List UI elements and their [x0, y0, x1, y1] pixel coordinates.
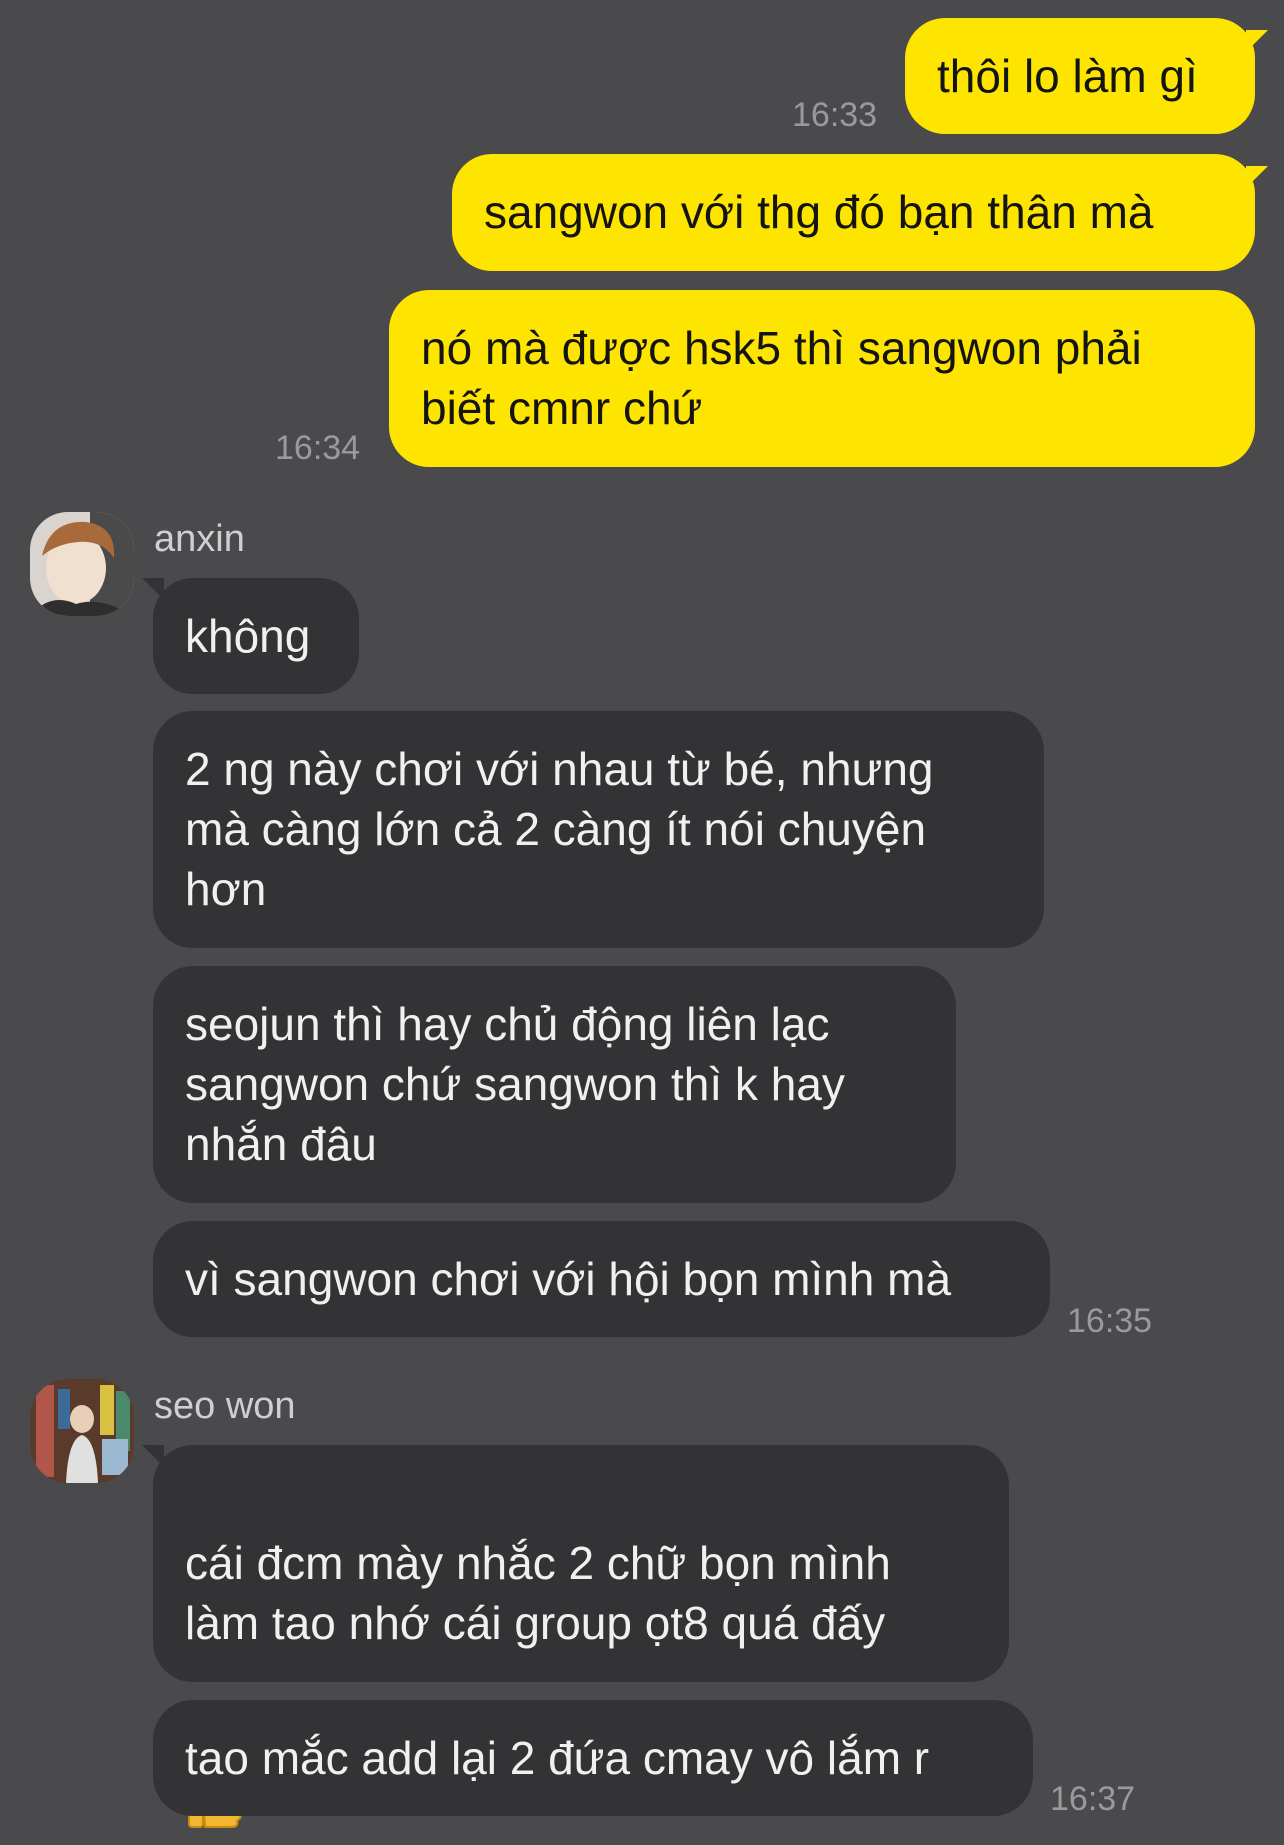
- avatar-photo: [30, 1379, 134, 1483]
- message-time: 16:33: [792, 96, 878, 134]
- avatar-seo-won[interactable]: [30, 1379, 134, 1483]
- message-time: 16:37: [1050, 1780, 1136, 1818]
- incoming-message[interactable]: tao mắc add lại 2 đứa cmay vô lắm r: [153, 1700, 1033, 1816]
- message-time: 16:34: [275, 429, 361, 467]
- bubble-tail: [1246, 30, 1268, 52]
- sender-name: seo won: [154, 1385, 296, 1427]
- message-time: 16:35: [1067, 1302, 1153, 1340]
- chat-thread: 16:33 thôi lo làm gì sangwon với thg đó …: [0, 0, 1284, 1834]
- incoming-message[interactable]: seojun thì hay chủ động liên lạc sangwon…: [153, 966, 956, 1203]
- avatar-anxin[interactable]: [30, 512, 134, 616]
- incoming-message[interactable]: 2 ng này chơi với nhau từ bé, nhưng mà c…: [153, 711, 1044, 948]
- incoming-message[interactable]: cái đcm mày nhắc 2 chữ bọn mình làm tao …: [153, 1445, 1009, 1828]
- outgoing-message[interactable]: nó mà được hsk5 thì sangwon phải biết cm…: [389, 290, 1255, 467]
- outgoing-message[interactable]: thôi lo làm gì: [905, 18, 1255, 134]
- message-text: cái đcm mày nhắc 2 chữ bọn mình làm tao …: [185, 1537, 891, 1649]
- incoming-message[interactable]: không: [153, 578, 359, 694]
- outgoing-message[interactable]: sangwon với thg đó bạn thân mà: [452, 154, 1255, 271]
- avatar-photo: [30, 512, 134, 616]
- sender-name: anxin: [154, 518, 245, 560]
- bubble-tail: [1246, 166, 1268, 188]
- incoming-message[interactable]: vì sangwon chơi với hội bọn mình mà: [153, 1221, 1050, 1337]
